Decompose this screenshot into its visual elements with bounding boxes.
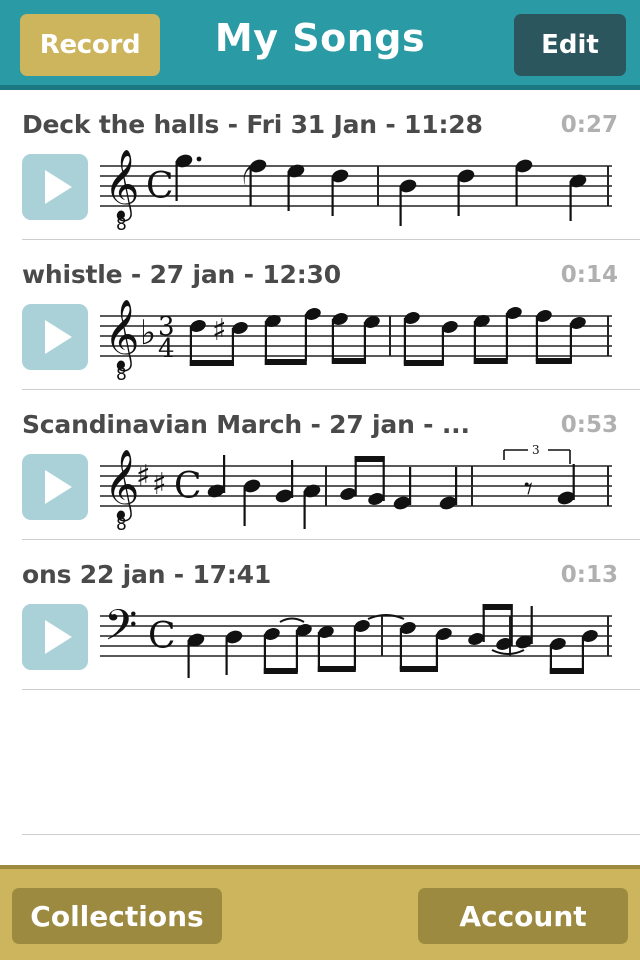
play-button[interactable]: [22, 604, 88, 670]
app-header: Record My Songs Edit: [0, 0, 640, 90]
empty-list-area: [0, 690, 640, 835]
tab-account-label: Account: [459, 899, 587, 933]
song-title: ons 22 jan - 17:41: [22, 560, 272, 589]
play-triangle-icon: [45, 170, 72, 204]
song-duration: 0:13: [560, 562, 618, 588]
svg-text:C: C: [146, 166, 174, 207]
song-duration: 0:53: [560, 412, 618, 438]
tab-collections[interactable]: Collections: [12, 888, 222, 944]
song-title: Scandinavian March - 27 jan - ...: [22, 410, 470, 439]
list-item[interactable]: ons 22 jan - 17:41 0:13 𝄢 C: [0, 540, 640, 690]
play-button[interactable]: [22, 304, 88, 370]
svg-text:𝄞: 𝄞: [104, 299, 139, 371]
edit-button[interactable]: Edit: [514, 14, 626, 76]
play-button[interactable]: [22, 454, 88, 520]
song-duration: 0:14: [560, 262, 618, 288]
svg-text:♯: ♯: [152, 467, 167, 502]
list-item[interactable]: Deck the halls - Fri 31 Jan - 11:28 0:27…: [0, 90, 640, 240]
svg-text:8: 8: [116, 515, 127, 534]
row-divider: [22, 834, 640, 835]
list-item[interactable]: whistle - 27 jan - 12:30 0:14 𝄞 8 ♭ 3 4 …: [0, 240, 640, 390]
song-title: whistle - 27 jan - 12:30: [22, 260, 341, 289]
svg-text:4: 4: [158, 334, 175, 364]
song-list[interactable]: Deck the halls - Fri 31 Jan - 11:28 0:27…: [0, 90, 640, 865]
song-duration: 0:27: [560, 112, 618, 138]
tab-collections-label: Collections: [30, 899, 204, 933]
notation-preview: 𝄞 8 ♯ ♯ C 3 𝄾: [100, 442, 612, 534]
song-title: Deck the halls - Fri 31 Jan - 11:28: [22, 110, 483, 139]
play-triangle-icon: [45, 470, 72, 504]
list-item[interactable]: Scandinavian March - 27 jan - ... 0:53 𝄞…: [0, 390, 640, 540]
notation-preview: 𝄞 8 C: [100, 142, 612, 234]
svg-text:♯: ♯: [136, 459, 151, 494]
svg-text:C: C: [174, 466, 202, 507]
svg-text:C: C: [148, 616, 176, 657]
svg-text:𝄢: 𝄢: [104, 601, 137, 661]
svg-text:𝄾: 𝄾: [524, 469, 533, 509]
svg-text:8: 8: [116, 215, 127, 234]
svg-text:♭: ♭: [140, 313, 156, 353]
notation-preview: 𝄢 C: [100, 592, 612, 684]
svg-text:𝄞: 𝄞: [104, 149, 139, 221]
edit-button-label: Edit: [541, 30, 599, 60]
svg-text:𝄞: 𝄞: [104, 449, 139, 521]
svg-text:8: 8: [116, 365, 127, 384]
play-button[interactable]: [22, 154, 88, 220]
tab-account[interactable]: Account: [418, 888, 628, 944]
play-triangle-icon: [45, 320, 72, 354]
svg-text:3: 3: [532, 443, 540, 457]
bottom-tab-bar: Collections Account: [0, 865, 640, 960]
notation-preview: 𝄞 8 ♭ 3 4 ♯: [100, 292, 612, 384]
play-triangle-icon: [45, 620, 72, 654]
svg-text:♯: ♯: [212, 313, 227, 348]
